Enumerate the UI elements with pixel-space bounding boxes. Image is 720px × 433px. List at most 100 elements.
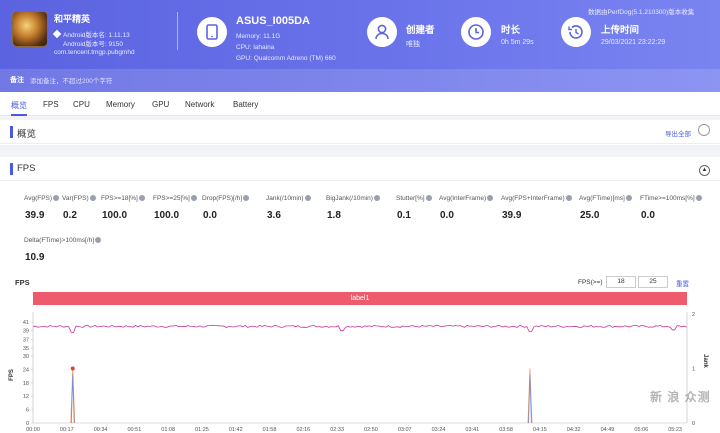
metric-value: 0.0 xyxy=(440,210,454,221)
creator-title: 创建者 xyxy=(406,25,435,36)
jank-spike-inner xyxy=(70,374,75,424)
fps-threshold-input-2[interactable]: 25 xyxy=(638,276,668,288)
duration-title: 时长 xyxy=(501,25,521,36)
metric-label-text: Avg(FTime)[ms] xyxy=(579,195,625,202)
metric-value: 0.1 xyxy=(397,210,411,221)
section-accent xyxy=(10,126,13,138)
app-name: 和平精英 xyxy=(54,14,91,24)
tab-fps[interactable]: FPS xyxy=(43,100,59,109)
tab-cpu[interactable]: CPU xyxy=(73,100,90,109)
x-tick-label: 03:58 xyxy=(499,427,513,433)
x-tick-label: 02:50 xyxy=(364,427,378,433)
metric-label-text: FTime>=100ms[%] xyxy=(640,195,695,202)
export-all-link[interactable]: 导出全部 xyxy=(665,128,691,138)
y-tick-label: 37 xyxy=(23,337,29,343)
device-icon xyxy=(197,17,227,47)
perfdog-version: 数据由PerfDog(5.1.210300)版本收集 xyxy=(588,9,695,16)
tab-battery[interactable]: Battery xyxy=(233,100,258,109)
device-cpu: CPU: lahaina xyxy=(236,44,275,51)
chart-title: FPS xyxy=(15,278,30,287)
metric-label-text: FPS>=25[%] xyxy=(153,195,190,202)
metric-label: Delta(FTime)>100ms[/h] xyxy=(24,237,102,244)
metric-label-text: FPS>=18[%] xyxy=(101,195,138,202)
metric-label: Avg(FPS) xyxy=(24,195,60,202)
y-right-tick-label: 2 xyxy=(692,312,695,318)
note-input[interactable]: 添加备注，不超过200个字符 xyxy=(30,75,112,85)
metric-label-text: Jank(/10min) xyxy=(266,195,304,202)
help-icon[interactable] xyxy=(243,195,250,201)
android-icon xyxy=(52,29,62,39)
y-tick-label: 35 xyxy=(23,346,29,352)
y-right-tick-label: 1 xyxy=(692,367,695,373)
overview-header: 概览 xyxy=(0,120,720,144)
metric-value: 1.8 xyxy=(327,210,341,221)
x-tick-label: 01:58 xyxy=(263,427,277,433)
metric-label: FTime>=100ms[%] xyxy=(640,195,702,202)
help-icon[interactable] xyxy=(89,195,96,201)
y-tick-label: 0 xyxy=(26,421,29,427)
help-icon[interactable] xyxy=(695,195,702,201)
note-bar[interactable]: 备注 添加备注，不超过200个字符 xyxy=(0,69,720,92)
metric-label-text: Drop(FPS)[/h] xyxy=(202,195,243,202)
x-tick-label: 01:25 xyxy=(195,427,209,433)
tab-overview[interactable]: 概览 xyxy=(11,100,27,111)
help-icon[interactable] xyxy=(625,195,632,201)
reset-button[interactable]: 重置 xyxy=(676,278,689,288)
x-tick-label: 05:23 xyxy=(668,427,682,433)
help-icon[interactable] xyxy=(138,195,145,201)
tab-memory[interactable]: Memory xyxy=(106,100,135,109)
metric-value: 0.2 xyxy=(63,210,77,221)
x-tick-label: 00:34 xyxy=(94,427,108,433)
tab-gpu[interactable]: GPU xyxy=(152,100,169,109)
metric-value: 10.9 xyxy=(25,252,45,263)
device-gpu: GPU: Qualcomm Adreno (TM) 660 xyxy=(236,55,336,62)
label-band[interactable]: label1 xyxy=(33,292,687,305)
gear-icon[interactable] xyxy=(698,124,710,136)
app-icon xyxy=(12,11,48,47)
x-tick-label: 03:41 xyxy=(465,427,479,433)
x-tick-label: 04:49 xyxy=(601,427,615,433)
x-tick-label: 03:07 xyxy=(398,427,412,433)
x-tick-label: 02:33 xyxy=(330,427,344,433)
help-icon[interactable] xyxy=(95,237,102,243)
fps-threshold-input-1[interactable]: 18 xyxy=(606,276,636,288)
metric-label-text: Avg(FPS+InterFrame) xyxy=(501,195,565,202)
tab-network[interactable]: Network xyxy=(185,100,214,109)
package-name: com.tencent.tmgp.pubgmhd xyxy=(54,49,135,56)
metric-label: FPS>=25[%] xyxy=(153,195,197,202)
report-header: 和平精英 Android版本名: 1.11.13 Android版本号: 915… xyxy=(0,0,720,92)
help-icon[interactable] xyxy=(487,195,494,201)
user-icon xyxy=(367,17,397,47)
metric-value: 0.0 xyxy=(203,210,217,221)
overview-title: 概览 xyxy=(17,129,37,140)
clock-icon xyxy=(461,17,491,47)
metric-label: Var(FPS) xyxy=(62,195,96,202)
x-tick-label: 00:51 xyxy=(127,427,141,433)
help-icon[interactable] xyxy=(304,195,311,201)
help-icon[interactable] xyxy=(425,195,432,201)
help-icon[interactable] xyxy=(190,195,197,201)
header-divider xyxy=(177,12,178,50)
metric-label-text: Var(FPS) xyxy=(62,195,89,202)
chevron-up-icon[interactable]: ▲ xyxy=(699,165,710,176)
metric-value: 3.6 xyxy=(267,210,281,221)
device-name: ASUS_I005DA xyxy=(236,15,310,27)
help-icon[interactable] xyxy=(373,195,380,201)
metric-value: 25.0 xyxy=(580,210,600,221)
y-right-tick-label: 0 xyxy=(692,421,695,427)
bigjank-marker xyxy=(70,366,75,371)
x-tick-label: 00:17 xyxy=(60,427,74,433)
x-tick-label: 04:15 xyxy=(533,427,547,433)
upload-value: 29/03/2021 23:22:29 xyxy=(601,39,666,46)
help-icon[interactable] xyxy=(53,195,60,201)
help-icon[interactable] xyxy=(565,195,572,201)
y-right-axis-label: Jank xyxy=(702,354,708,368)
upload-title: 上传时间 xyxy=(601,25,640,36)
y-tick-label: 12 xyxy=(23,394,29,400)
duration-value: 0h 5m 29s xyxy=(501,39,534,46)
creator-value: 唯独 xyxy=(406,41,420,48)
section-accent xyxy=(10,163,13,175)
x-tick-label: 00:00 xyxy=(26,427,40,433)
metric-value: 100.0 xyxy=(102,210,128,221)
metric-label: Stutter[%] xyxy=(396,195,432,202)
